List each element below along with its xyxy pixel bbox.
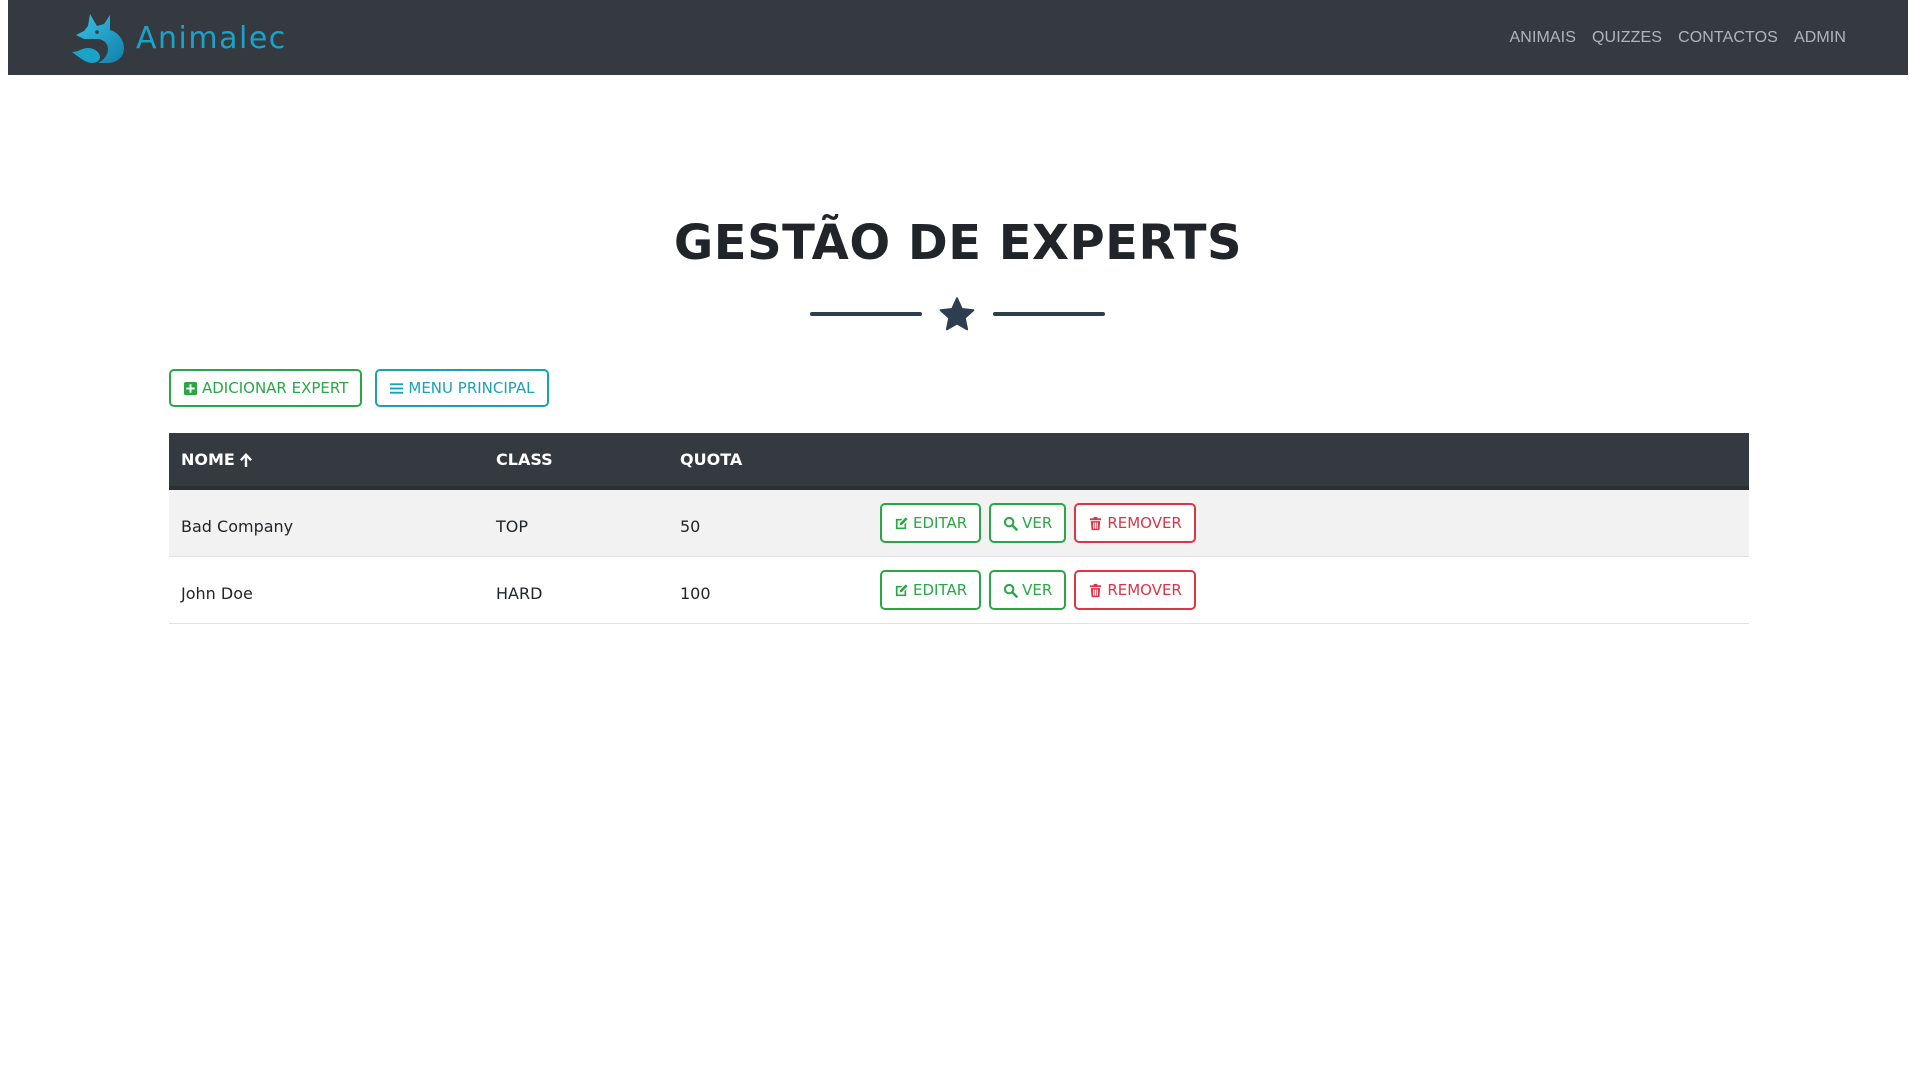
navbar: Animalec ANIMAIS QUIZZES CONTACTOS ADMIN xyxy=(8,0,1908,75)
header-quota: QUOTA xyxy=(680,450,743,469)
search-icon xyxy=(1003,583,1018,598)
remove-button[interactable]: REMOVER xyxy=(1074,570,1196,610)
add-expert-label: ADICIONAR EXPERT xyxy=(202,379,349,397)
divider-line-left xyxy=(810,312,922,316)
fox-logo-icon xyxy=(72,14,124,63)
cell-quota: 100 xyxy=(680,583,711,603)
edit-icon xyxy=(895,516,908,529)
trash-icon xyxy=(1090,516,1102,530)
remove-label: REMOVER xyxy=(1107,581,1182,599)
view-button[interactable]: VER xyxy=(989,570,1067,610)
edit-label: EDITAR xyxy=(913,581,968,599)
row-actions: EDITAR VER REMOVER xyxy=(880,490,1204,556)
cell-name: Bad Company xyxy=(181,516,294,536)
plus-square-icon xyxy=(183,381,198,395)
nav-link-quizzes[interactable]: QUIZZES xyxy=(1592,29,1662,47)
star-icon xyxy=(939,297,975,331)
table-row: John Doe HARD 100 EDITAR VER REMOVER xyxy=(169,557,1749,624)
nav-links: ANIMAIS QUIZZES CONTACTOS ADMIN xyxy=(1494,0,1846,75)
search-icon xyxy=(1003,516,1018,531)
page-title: GESTÃO DE EXPERTS xyxy=(673,215,1243,271)
add-expert-button[interactable]: ADICIONAR EXPERT xyxy=(169,369,363,407)
row-actions: EDITAR VER REMOVER xyxy=(880,557,1204,623)
page: Animalec ANIMAIS QUIZZES CONTACTOS ADMIN… xyxy=(0,0,1909,1077)
title-divider xyxy=(810,295,1106,335)
edit-label: EDITAR xyxy=(913,514,968,532)
cell-quota: 50 xyxy=(680,516,701,536)
table-header: NOME CLASS QUOTA xyxy=(169,433,1749,490)
main-menu-label: MENU PRINCIPAL xyxy=(408,379,535,397)
toolbar: ADICIONAR EXPERT MENU PRINCIPAL xyxy=(169,369,562,407)
experts-table: NOME CLASS QUOTA Bad Company TOP 50 EDIT… xyxy=(169,433,1749,624)
divider-line-right xyxy=(993,312,1105,316)
main-menu-button[interactable]: MENU PRINCIPAL xyxy=(375,369,549,407)
view-button[interactable]: VER xyxy=(989,503,1067,543)
trash-icon xyxy=(1090,583,1102,597)
remove-button[interactable]: REMOVER xyxy=(1074,503,1196,543)
bars-icon xyxy=(390,382,404,394)
nav-link-admin[interactable]: ADMIN xyxy=(1794,29,1846,47)
table-row: Bad Company TOP 50 EDITAR VER REMOVER xyxy=(169,490,1749,557)
view-label: VER xyxy=(1022,514,1053,532)
edit-icon xyxy=(895,583,908,596)
header-nome[interactable]: NOME xyxy=(181,433,253,486)
view-label: VER xyxy=(1022,581,1053,599)
cell-class: HARD xyxy=(496,583,543,603)
cell-name: John Doe xyxy=(181,583,253,603)
nav-link-contactos[interactable]: CONTACTOS xyxy=(1678,29,1778,47)
header-class: CLASS xyxy=(496,450,553,469)
edit-button[interactable]: EDITAR xyxy=(880,503,982,543)
header-nome-label: NOME xyxy=(181,450,235,469)
remove-label: REMOVER xyxy=(1107,514,1182,532)
arrow-up-icon xyxy=(239,452,252,467)
nav-link-animais[interactable]: ANIMAIS xyxy=(1510,29,1577,47)
brand-link[interactable]: Animalec xyxy=(70,12,287,64)
cell-class: TOP xyxy=(496,516,529,536)
edit-button[interactable]: EDITAR xyxy=(880,570,982,610)
brand-name: Animalec xyxy=(136,20,287,56)
